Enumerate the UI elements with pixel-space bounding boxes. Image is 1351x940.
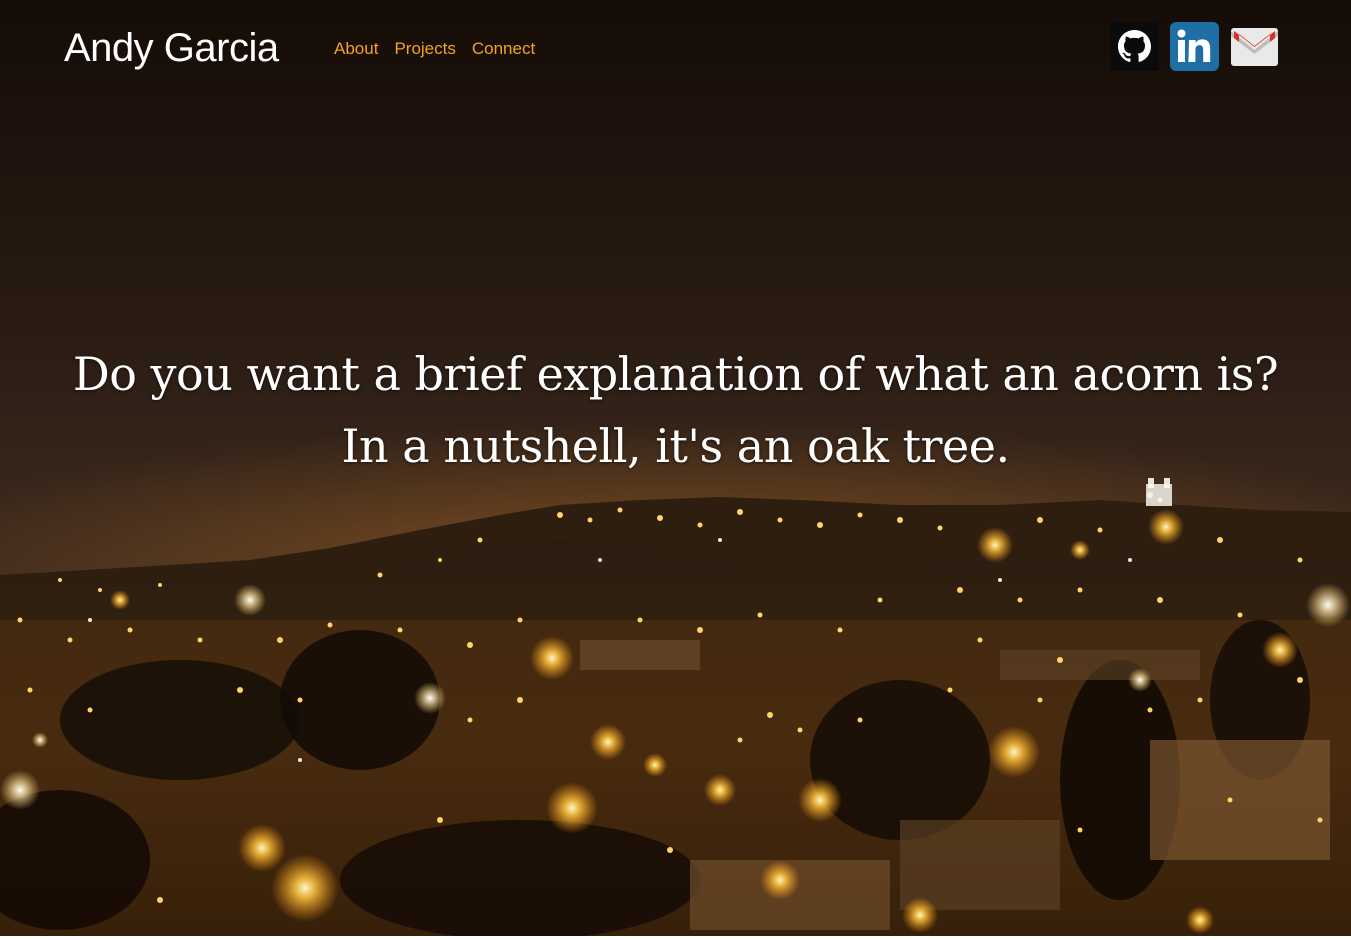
nav-link-projects[interactable]: Projects bbox=[394, 36, 455, 62]
gmail-link[interactable] bbox=[1230, 22, 1279, 71]
nav-links: About Projects Connect bbox=[334, 36, 535, 62]
social-links bbox=[1110, 22, 1279, 71]
brand-logo-link[interactable]: Andy Garcia bbox=[64, 22, 279, 74]
page-bottom-edge bbox=[0, 936, 1351, 940]
gmail-icon bbox=[1231, 28, 1278, 66]
navbar: Andy Garcia About Projects Connect bbox=[0, 0, 1351, 100]
github-icon bbox=[1110, 22, 1159, 71]
nav-link-about[interactable]: About bbox=[334, 36, 378, 62]
hero-quote: Do you want a brief explanation of what … bbox=[72, 347, 1279, 473]
linkedin-link[interactable] bbox=[1170, 22, 1219, 71]
github-link[interactable] bbox=[1110, 22, 1159, 71]
linkedin-icon bbox=[1170, 22, 1219, 71]
nav-link-connect[interactable]: Connect bbox=[472, 36, 535, 62]
